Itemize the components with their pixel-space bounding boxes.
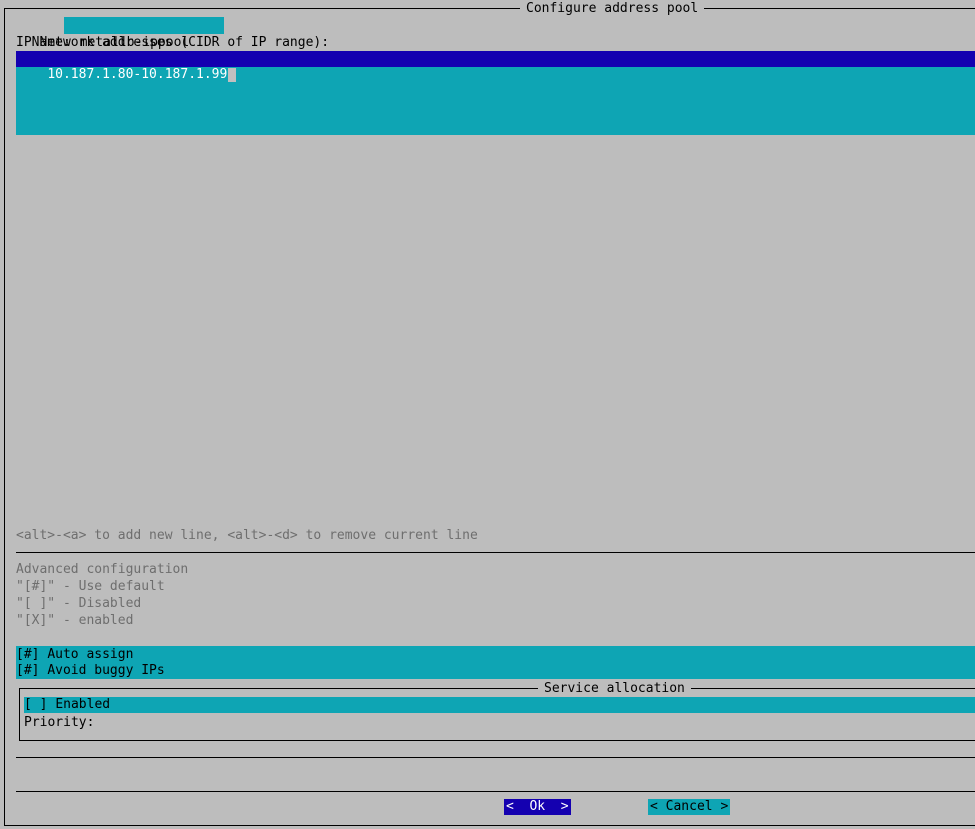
name-row: Name: — [16, 17, 71, 50]
dialog-bottom-border — [4, 825, 975, 826]
service-enabled-label: Enabled — [55, 697, 111, 712]
priority-row: Priority: — [24, 714, 102, 731]
addresses-hint: <alt>-<a> to add new line, <alt>-<d> to … — [16, 528, 478, 543]
avoid-buggy-ips-checkbox[interactable]: [#] — [16, 663, 39, 678]
priority-label: Priority: — [24, 715, 95, 730]
service-frame-bottom — [19, 740, 975, 741]
cancel-button[interactable]: < Cancel > — [648, 799, 731, 815]
separator-3 — [16, 791, 975, 792]
separator-2 — [16, 757, 975, 758]
ok-button[interactable]: < Ok > — [504, 799, 571, 815]
service-frame-top — [19, 688, 975, 689]
legend-default: "[#]" - Use default — [16, 579, 165, 594]
auto-assign-checkbox[interactable]: [#] — [16, 647, 39, 662]
addresses-line-selected[interactable]: 10.187.1.80-10.187.1.99 — [16, 51, 975, 82]
service-allocation-title: Service allocation — [538, 680, 691, 697]
service-enabled-option[interactable]: [ ] Enabled — [24, 697, 975, 713]
dialog-title: Configure address pool — [520, 0, 705, 17]
option-avoid-buggy-ips[interactable]: [#] Avoid buggy IPs — [16, 663, 975, 679]
addresses-label: IP Network addresses (CIDR of IP range): — [16, 35, 330, 50]
option-auto-assign[interactable]: [#] Auto assign — [16, 646, 975, 663]
service-enabled-checkbox[interactable]: [ ] — [24, 697, 47, 712]
dialog-left-border — [4, 8, 5, 826]
addresses-line-text: 10.187.1.80-10.187.1.99 — [47, 67, 228, 82]
legend-enabled: "[X]" - enabled — [16, 613, 134, 628]
auto-assign-label: Auto assign — [47, 647, 134, 662]
service-frame-left — [19, 688, 20, 741]
text-cursor — [228, 67, 237, 82]
advanced-heading: Advanced configuration — [16, 562, 189, 577]
addresses-textarea[interactable]: 10.187.1.80-10.187.1.99 — [16, 51, 975, 135]
legend-disabled: "[ ]" - Disabled — [16, 596, 142, 611]
name-input[interactable]: metallb-ippool — [64, 17, 224, 50]
separator-1 — [16, 552, 975, 553]
avoid-buggy-ips-label: Avoid buggy IPs — [47, 663, 165, 678]
dialog-top-border — [4, 8, 975, 9]
